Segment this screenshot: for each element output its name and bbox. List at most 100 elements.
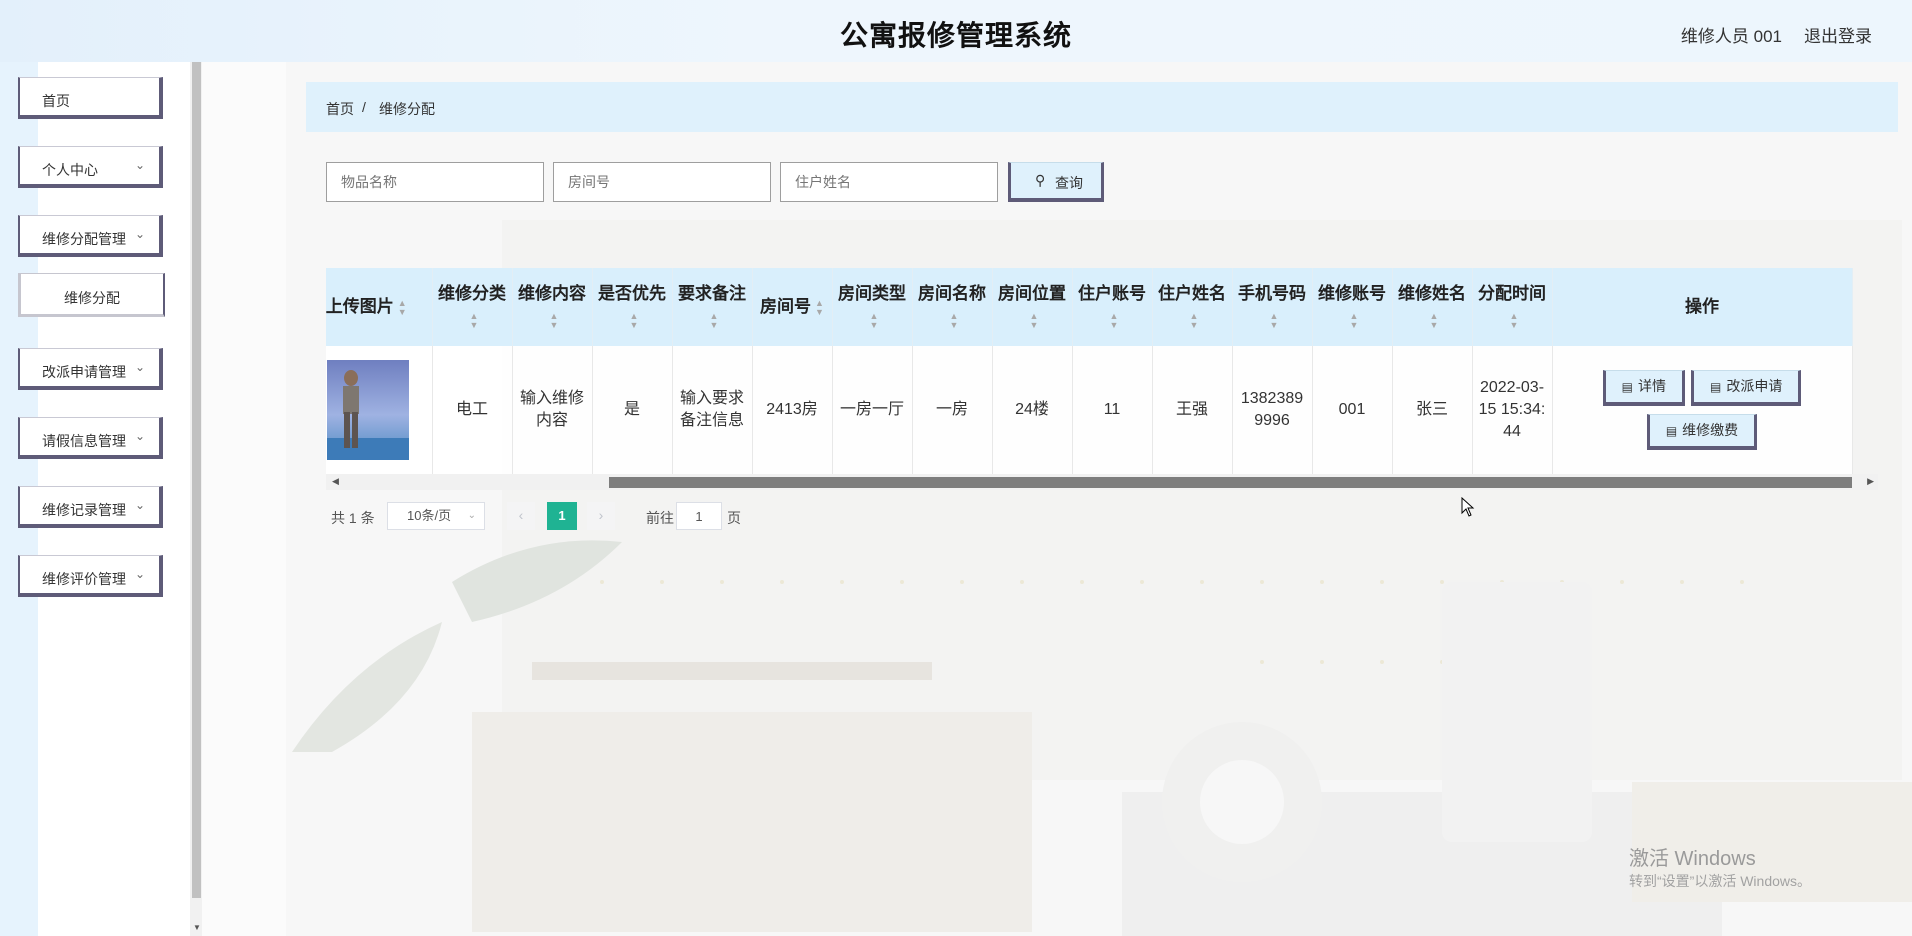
goto-suffix: 页 — [727, 510, 741, 526]
header-assign-time[interactable]: 分配时间▲ ▼ — [1472, 268, 1553, 346]
mouse-cursor-icon — [1461, 497, 1475, 517]
sort-icon[interactable]: ▲ ▼ — [1350, 311, 1359, 330]
cell-repair-account: 001 — [1312, 346, 1393, 475]
sidebar-item-label: 请假信息管理 — [42, 433, 126, 449]
scroll-left-arrow-icon[interactable]: ◀ — [332, 476, 339, 487]
cell-room-type: 一房一厅 — [832, 346, 913, 475]
sort-icon[interactable]: ▲ ▼ — [950, 311, 959, 330]
sidebar: 首页 个人中心 ⌄ 维修分配管理 ⌄ 维修分配 改派申请管理 ⌄ 请假信息管理 … — [0, 62, 190, 936]
header-actions: 操作 — [1552, 268, 1853, 346]
sort-icon[interactable]: ▲ ▼ — [1510, 311, 1519, 330]
goto-page-input[interactable] — [676, 502, 722, 530]
header-repair-name[interactable]: 维修姓名▲ ▼ — [1392, 268, 1473, 346]
room-number-search-input[interactable] — [553, 162, 771, 202]
cell-content: 输入维修内容 — [512, 346, 593, 475]
cell-room-location: 24楼 — [992, 346, 1073, 475]
breadcrumb-home[interactable]: 首页 — [326, 99, 354, 119]
scroll-down-arrow-icon[interactable]: ▼ — [193, 923, 201, 932]
sidebar-item-repair-record-mgmt[interactable]: 维修记录管理 ⌄ — [18, 486, 163, 528]
next-page-button[interactable]: › — [587, 502, 615, 530]
cell-resident-account: 11 — [1072, 346, 1153, 475]
header-room-type[interactable]: 房间类型▲ ▼ — [832, 268, 913, 346]
resident-name-search-input[interactable] — [780, 162, 998, 202]
breadcrumb-current: 维修分配 — [379, 101, 435, 117]
sidebar-item-personal-center[interactable]: 个人中心 ⌄ — [18, 146, 163, 188]
table-scroll-thumb[interactable] — [609, 477, 1852, 488]
header-repair-category[interactable]: 维修分类▲ ▼ — [432, 268, 513, 346]
header-repair-account[interactable]: 维修账号▲ ▼ — [1312, 268, 1393, 346]
header-room-number[interactable]: 房间号 ▲ ▼ — [752, 268, 833, 346]
page-number-1[interactable]: 1 — [547, 502, 577, 530]
sort-icon[interactable]: ▲ ▼ — [1030, 311, 1039, 330]
sidebar-item-repair-assign-mgmt[interactable]: 维修分配管理 ⌄ — [18, 215, 163, 257]
scroll-right-arrow-icon[interactable]: ▶ — [1867, 476, 1874, 487]
chevron-down-icon: ⌄ — [134, 567, 145, 581]
breadcrumb: 首页 / 维修分配 — [306, 82, 1898, 132]
sort-icon[interactable]: ▲ ▼ — [870, 311, 879, 330]
sidebar-subitem-repair-assign[interactable]: 维修分配 — [18, 273, 165, 317]
current-user: 维修人员 001 — [1680, 27, 1782, 46]
pagination-total: 共 1 条 — [331, 510, 375, 526]
sidebar-item-home[interactable]: 首页 — [18, 77, 163, 119]
reassign-request-button[interactable]: ▤ 改派申请 — [1691, 370, 1802, 406]
sort-icon[interactable]: ▲ ▼ — [470, 311, 479, 330]
header-room-location[interactable]: 房间位置▲ ▼ — [992, 268, 1073, 346]
prev-page-button[interactable]: ‹ — [507, 502, 535, 530]
sort-icon[interactable]: ▲ ▼ — [550, 311, 559, 330]
sort-icon[interactable]: ▲ ▼ — [1270, 311, 1279, 330]
page-size-select[interactable]: 10条/页 ⌄ — [387, 502, 485, 530]
repair-payment-button[interactable]: ▤ 维修缴费 — [1646, 414, 1758, 450]
header-room-name[interactable]: 房间名称▲ ▼ — [912, 268, 993, 346]
sort-icon[interactable]: ▲ ▼ — [1110, 311, 1119, 330]
item-name-search-input[interactable] — [326, 162, 544, 202]
search-button[interactable]: ⚲ 查询 — [1008, 162, 1104, 202]
chevron-down-icon: ⌄ — [134, 158, 145, 172]
sidebar-item-label: 个人中心 — [42, 162, 98, 178]
logout-link[interactable]: 退出登录 — [1804, 22, 1872, 47]
sort-icon[interactable]: ▲ ▼ — [815, 298, 824, 317]
repair-photo-thumbnail[interactable] — [327, 360, 409, 460]
cell-repair-name: 张三 — [1392, 346, 1473, 475]
sidebar-scroll-thumb[interactable] — [192, 62, 201, 898]
sort-icon[interactable]: ▲ ▼ — [398, 298, 407, 317]
top-header: 公寓报修管理系统 维修人员 001 退出登录 — [0, 0, 1912, 62]
sidebar-item-review-mgmt[interactable]: 维修评价管理 ⌄ — [18, 555, 163, 597]
search-icon: ⚲ — [1035, 172, 1046, 188]
header-upload-image[interactable]: 上传图片 ▲ ▼ — [326, 268, 433, 346]
chevron-down-icon: ⌄ — [134, 227, 145, 241]
table-horizontal-scrollbar[interactable]: ◀ ▶ — [326, 474, 1878, 490]
cell-priority: 是 — [592, 346, 673, 475]
sort-icon[interactable]: ▲ ▼ — [710, 311, 719, 330]
sidebar-item-label: 维修记录管理 — [42, 502, 126, 518]
chevron-down-icon: ⌄ — [134, 360, 145, 374]
detail-button[interactable]: ▤ 详情 — [1602, 370, 1685, 406]
chevron-right-icon: › — [598, 507, 604, 523]
sort-icon[interactable]: ▲ ▼ — [1430, 311, 1439, 330]
sidebar-item-label: 首页 — [42, 93, 70, 109]
chevron-down-icon: ⌄ — [134, 498, 145, 512]
header-priority[interactable]: 是否优先▲ ▼ — [592, 268, 673, 346]
document-icon: ▤ — [1710, 380, 1722, 394]
sidebar-item-label: 维修评价管理 — [42, 571, 126, 587]
document-icon: ▤ — [1665, 424, 1678, 438]
header-repair-content[interactable]: 维修内容▲ ▼ — [512, 268, 593, 346]
header-resident-account[interactable]: 住户账号▲ ▼ — [1072, 268, 1153, 346]
sort-icon[interactable]: ▲ ▼ — [1190, 311, 1199, 330]
chevron-down-icon: ⌄ — [134, 429, 145, 443]
cell-room-name: 一房 — [912, 346, 993, 475]
table-row: 电工 输入维修内容 是 输入要求备注信息 2413房 一房一厅 一房 24楼 1… — [326, 346, 1853, 475]
chevron-left-icon: ‹ — [518, 507, 524, 523]
header-phone[interactable]: 手机号码▲ ▼ — [1232, 268, 1313, 346]
sidebar-item-leave-mgmt[interactable]: 请假信息管理 ⌄ — [18, 417, 163, 459]
sidebar-scrollbar[interactable]: ▼ — [190, 62, 202, 936]
cell-image — [326, 346, 433, 475]
header-remark[interactable]: 要求备注▲ ▼ — [672, 268, 753, 346]
document-icon: ▤ — [1621, 380, 1633, 394]
cell-actions: ▤ 详情 ▤ 改派申请 ▤ 维修缴费 — [1552, 346, 1853, 475]
sort-icon[interactable]: ▲ ▼ — [630, 311, 639, 330]
windows-activation-title: 激活 Windows — [1629, 848, 1756, 870]
sidebar-item-reassign-mgmt[interactable]: 改派申请管理 ⌄ — [18, 348, 163, 390]
cell-resident-name: 王强 — [1152, 346, 1233, 475]
header-resident-name[interactable]: 住户姓名▲ ▼ — [1152, 268, 1233, 346]
app-title: 公寓报修管理系统 — [839, 20, 1072, 51]
